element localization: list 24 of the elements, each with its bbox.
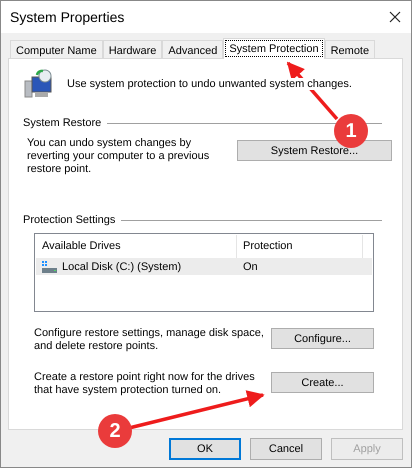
dialog-button[interactable]: Cancel	[250, 438, 322, 460]
system-restore-button[interactable]: System Restore...	[237, 140, 392, 161]
step-badge: 2	[98, 414, 132, 448]
drive-row[interactable]: Local Disk (C:) (System) On	[36, 258, 372, 275]
computer-icon	[24, 69, 54, 99]
description-text: Create a restore point right now for the drives that have system protection turned on.	[34, 371, 256, 397]
tab[interactable]: System Protection	[223, 38, 325, 59]
drive-icon	[42, 260, 58, 272]
configure-button[interactable]: Configure...	[271, 328, 374, 349]
protection-status: On	[242, 260, 259, 272]
window-title: System Properties	[10, 9, 124, 25]
close-icon[interactable]	[389, 11, 401, 23]
description-text: Configure restore settings, manage disk space, and delete restore points.	[34, 327, 265, 353]
tab[interactable]: Computer Name	[10, 40, 103, 58]
tab[interactable]: Remote	[324, 40, 376, 58]
drive-name: Local Disk (C:) (System)	[62, 260, 182, 272]
tab[interactable]: Hardware	[102, 40, 162, 58]
dialog-button[interactable]: OK	[169, 438, 241, 460]
description-text: You can undo system changes by reverting your computer to a previous restore point.	[27, 137, 210, 176]
section-heading: System Restore	[23, 117, 102, 129]
tab[interactable]: Advanced	[162, 40, 224, 58]
create-button[interactable]: Create...	[271, 372, 374, 393]
intro-text: Use system protection to undo unwanted system changes.	[67, 78, 352, 90]
section-heading: Protection Settings	[23, 214, 116, 226]
